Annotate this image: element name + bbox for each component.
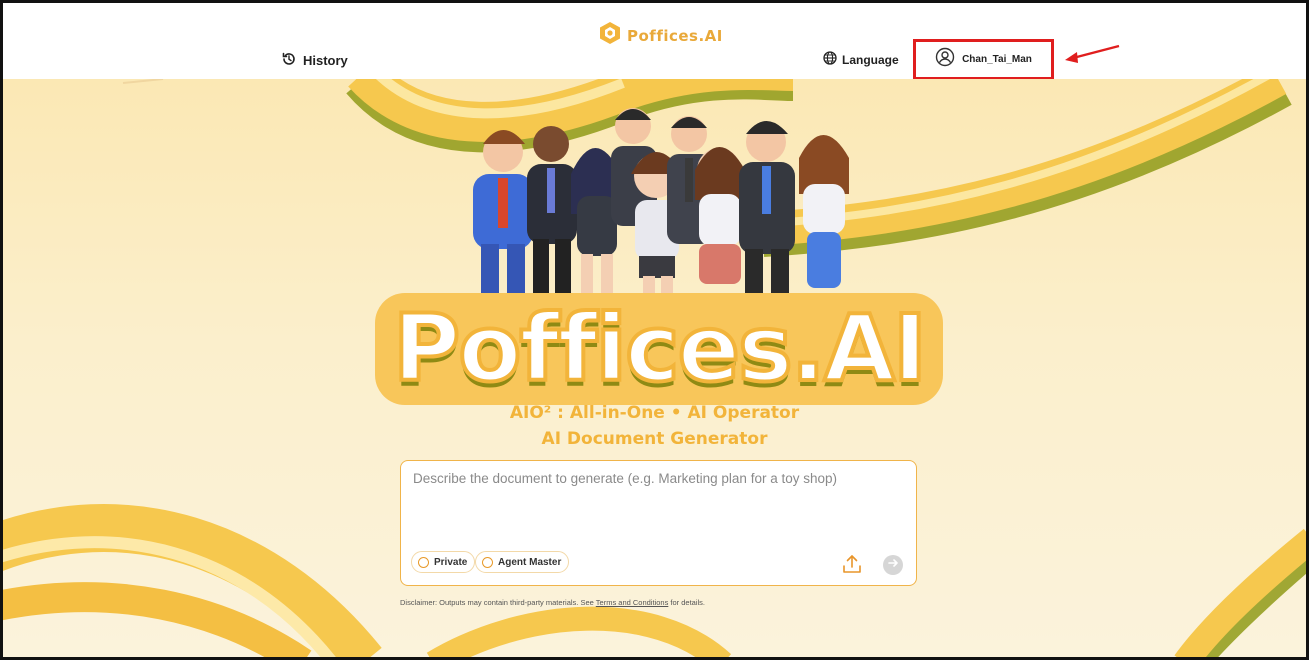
user-account-button[interactable]: Chan_Tai_Man bbox=[913, 39, 1054, 80]
history-button[interactable]: History bbox=[281, 51, 348, 70]
prompt-card: Private Agent Master bbox=[400, 460, 917, 586]
tagline-line1: AIO² : All-in-One • AI Operator bbox=[509, 403, 800, 423]
annotation-arrow-icon bbox=[1063, 43, 1123, 72]
brand-name: Poffices.AI bbox=[627, 26, 723, 45]
language-button[interactable]: Language bbox=[823, 51, 899, 68]
hero-logo: Poffices.AI bbox=[374, 289, 944, 409]
radio-circle-icon bbox=[418, 556, 429, 568]
history-icon bbox=[281, 51, 297, 70]
upload-icon bbox=[841, 555, 863, 579]
language-label: Language bbox=[842, 52, 899, 67]
brand-logo-icon bbox=[599, 21, 621, 50]
agent-master-label: Agent Master bbox=[498, 556, 562, 568]
top-header: History Poffices.AI Language Chan_Tai_Ma… bbox=[3, 3, 1306, 80]
history-label: History bbox=[303, 53, 348, 68]
document-prompt-input[interactable] bbox=[413, 471, 903, 531]
private-toggle[interactable]: Private bbox=[411, 551, 476, 573]
private-label: Private bbox=[434, 556, 468, 568]
app-window: History Poffices.AI Language Chan_Tai_Ma… bbox=[0, 0, 1309, 660]
terms-and-conditions-link[interactable]: Terms and Conditions bbox=[596, 598, 669, 607]
brand-logo[interactable]: Poffices.AI bbox=[599, 21, 723, 50]
globe-icon bbox=[823, 51, 837, 68]
tagline-line2: AI Document Generator bbox=[541, 429, 768, 449]
disclaimer-prefix: Disclaimer: Outputs may contain third-pa… bbox=[400, 598, 596, 607]
disclaimer-text: Disclaimer: Outputs may contain third-pa… bbox=[400, 598, 705, 607]
hero-logo-text: Poffices.AI bbox=[374, 293, 944, 405]
agent-master-toggle[interactable]: Agent Master bbox=[475, 551, 570, 573]
business-team-illustration bbox=[473, 108, 849, 294]
user-name: Chan_Tai_Man bbox=[962, 54, 1032, 65]
user-circle-icon bbox=[935, 47, 955, 72]
hero-section: Poffices.AI AIO² : All-in-One • AI Opera… bbox=[3, 79, 1306, 657]
radio-circle-icon bbox=[482, 556, 493, 568]
send-arrow-icon bbox=[887, 556, 899, 574]
disclaimer-suffix: for details. bbox=[668, 598, 706, 607]
upload-button[interactable] bbox=[841, 553, 863, 580]
send-button[interactable] bbox=[883, 555, 903, 575]
